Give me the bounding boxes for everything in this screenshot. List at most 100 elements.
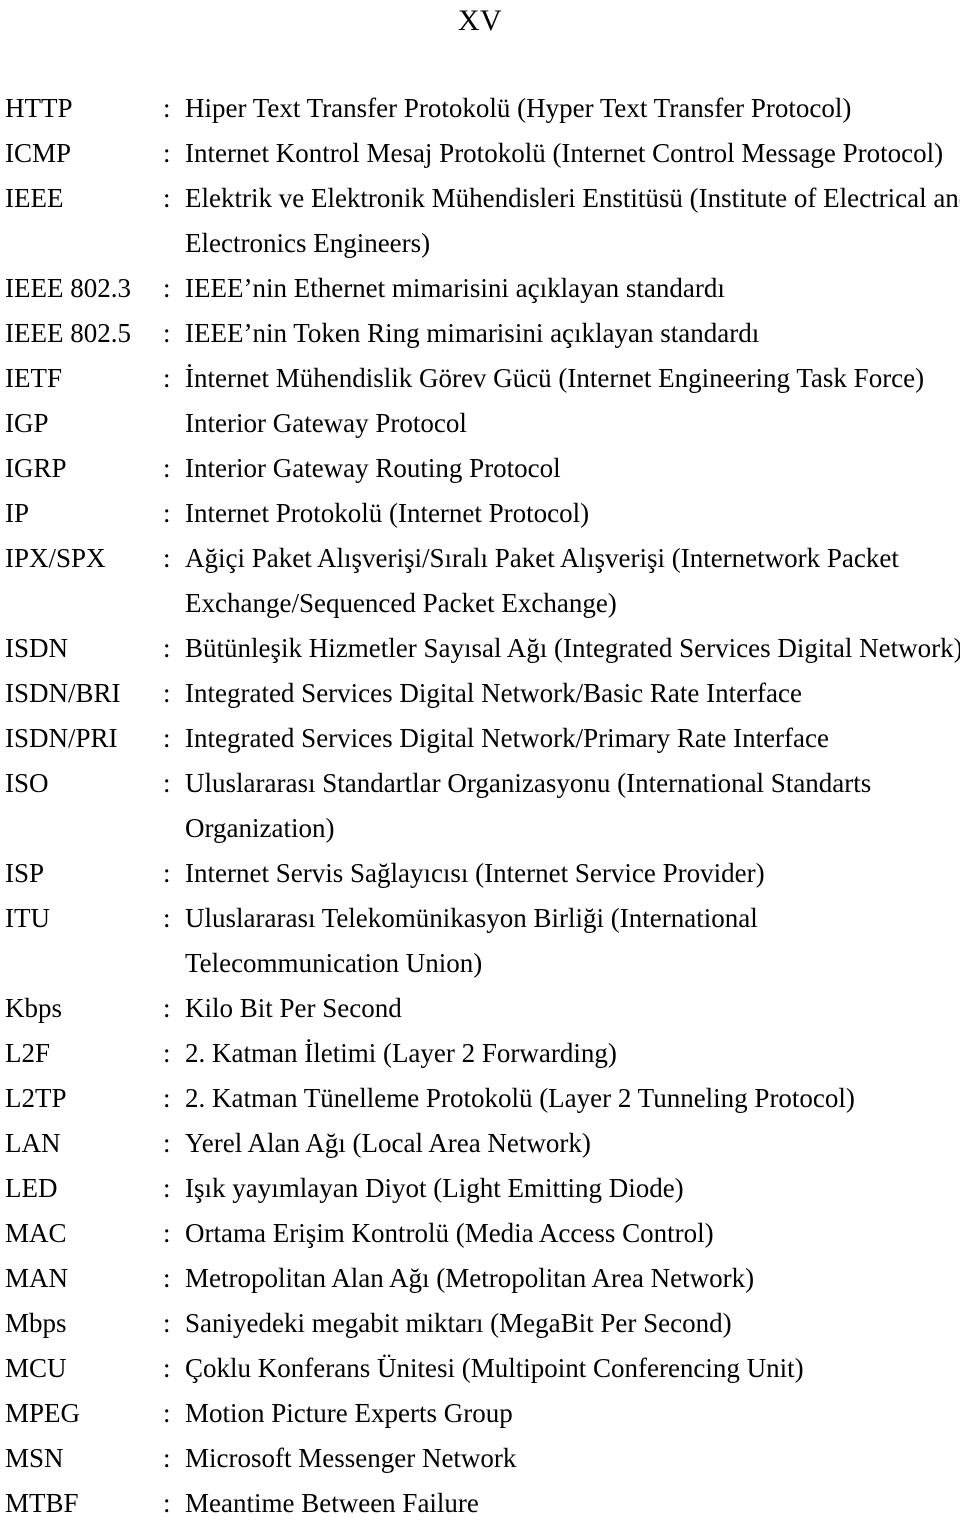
abbreviation-term: ICMP	[5, 138, 72, 168]
abbreviation-definition-line: Microsoft Messenger Network	[185, 1443, 517, 1473]
abbreviation-row: IPX/SPX: Ağiçi Paket Alışverişi/Sıralı Pa…	[0, 536, 960, 626]
abbreviation-row: ISO: Uluslararası Standartlar Organizasyo…	[0, 761, 960, 851]
abbreviation-row: MCU: Çoklu Konferans Ünitesi (Multipoint …	[0, 1346, 960, 1391]
abbreviation-separator: :	[163, 1128, 171, 1158]
abbreviation-row: Mbps: Saniyedeki megabit miktarı (MegaBit…	[0, 1301, 960, 1346]
abbreviation-definition-line: Ağiçi Paket Alışverişi/Sıralı Paket Alış…	[185, 543, 899, 573]
page-number-header: XV	[457, 4, 503, 37]
abbreviation-term: ITU	[5, 903, 50, 933]
abbreviation-definition: Meantime Between Failure	[185, 1481, 960, 1526]
abbreviation-term: ISDN/PRI	[5, 723, 118, 753]
abbreviation-term: ISDN	[5, 633, 69, 663]
abbreviation-definition-line: Telecommunication Union)	[185, 948, 483, 978]
abbreviation-definition: Ağiçi Paket Alışverişi/Sıralı Paket Alış…	[185, 536, 960, 626]
abbreviation-term: ISO	[5, 768, 49, 798]
abbreviation-row: IEEE 802.3: IEEE’nin Ethernet mimarisini …	[0, 266, 960, 311]
abbreviation-row: MTBF: Meantime Between Failure	[0, 1481, 960, 1526]
abbreviation-definition-line: 2. Katman İletimi (Layer 2 Forwarding)	[185, 1038, 617, 1068]
abbreviation-definition: İnternet Mühendislik Görev Gücü (Interne…	[185, 356, 960, 401]
abbreviation-separator: :	[163, 993, 171, 1023]
abbreviation-definition-line: Metropolitan Alan Ağı (Metropolitan Area…	[185, 1263, 755, 1293]
abbreviation-separator: :	[163, 93, 171, 123]
abbreviation-definition-line: Hiper Text Transfer Protokolü (Hyper Tex…	[185, 93, 852, 123]
abbreviation-separator: :	[163, 543, 171, 573]
abbreviation-definition-line: Saniyedeki megabit miktarı (MegaBit Per …	[185, 1308, 732, 1338]
abbreviation-definition: Bütünleşik Hizmetler Sayısal Ağı (Integr…	[185, 626, 960, 671]
abbreviation-definition-line: Interior Gateway Protocol	[185, 408, 467, 438]
abbreviation-definition-line: Internet Servis Sağlayıcısı (Internet Se…	[185, 858, 765, 888]
abbreviation-term: IEEE 802.5	[5, 318, 131, 348]
abbreviation-separator: :	[163, 723, 171, 753]
abbreviation-row: MSN: Microsoft Messenger Network	[0, 1436, 960, 1481]
abbreviation-separator: :	[163, 273, 171, 303]
abbreviation-term: LED	[5, 1173, 58, 1203]
abbreviation-definition: Uluslararası Standartlar Organizasyonu (…	[185, 761, 960, 851]
abbreviation-row: ICMP: Internet Kontrol Mesaj Protokolü (I…	[0, 131, 960, 176]
abbreviation-definition: Internet Servis Sağlayıcısı (Internet Se…	[185, 851, 960, 896]
abbreviation-definition-line: Internet Kontrol Mesaj Protokolü (Intern…	[185, 138, 944, 168]
abbreviation-separator: :	[163, 1488, 171, 1518]
abbreviation-separator: :	[163, 858, 171, 888]
abbreviation-definition-line: Çoklu Konferans Ünitesi (Multipoint Conf…	[185, 1353, 804, 1383]
abbreviation-definition: Elektrik ve Elektronik Mühendisleri Enst…	[185, 176, 960, 266]
abbreviation-definition: Kilo Bit Per Second	[185, 986, 960, 1031]
abbreviation-row: IETF: İnternet Mühendislik Görev Gücü (In…	[0, 356, 960, 401]
abbreviation-term: IPX/SPX	[5, 543, 106, 573]
abbreviation-definition-line: 2. Katman Tünelleme Protokolü (Layer 2 T…	[185, 1083, 855, 1113]
abbreviation-definition-line: Işık yayımlayan Diyot (Light Emitting Di…	[185, 1173, 684, 1203]
abbreviation-definition: Uluslararası Telekomünikasyon Birliği (I…	[185, 896, 960, 986]
abbreviation-definition-line: Electronics Engineers)	[185, 228, 431, 258]
abbreviation-row: LED: Işık yayımlayan Diyot (Light Emittin…	[0, 1166, 960, 1211]
abbreviation-row: Kbps: Kilo Bit Per Second	[0, 986, 960, 1031]
abbreviation-term: ISP	[5, 858, 45, 888]
abbreviation-separator: :	[163, 498, 171, 528]
abbreviation-separator: :	[163, 1398, 171, 1428]
abbreviation-separator: :	[163, 318, 171, 348]
abbreviation-definition: Çoklu Konferans Ünitesi (Multipoint Conf…	[185, 1346, 960, 1391]
abbreviation-definition: 2. Katman İletimi (Layer 2 Forwarding)	[185, 1031, 960, 1076]
abbreviation-term: MCU	[5, 1353, 67, 1383]
abbreviation-term: IGRP	[5, 453, 67, 483]
abbreviation-definition: Internet Kontrol Mesaj Protokolü (Intern…	[185, 131, 960, 176]
abbreviation-definition: Motion Picture Experts Group	[185, 1391, 960, 1436]
abbreviation-definition-line: Organization)	[185, 813, 335, 843]
abbreviation-term: IETF	[5, 363, 62, 393]
abbreviation-term: Mbps	[5, 1308, 67, 1338]
abbreviation-definition: Internet Protokolü (Internet Protocol)	[185, 491, 960, 536]
abbreviation-term: MTBF	[5, 1488, 79, 1518]
abbreviation-definition: Işık yayımlayan Diyot (Light Emitting Di…	[185, 1166, 960, 1211]
abbreviation-definition-line: IEEE’nin Token Ring mimarisini açıklayan…	[185, 318, 760, 348]
abbreviation-definition: Interior Gateway Protocol	[185, 401, 960, 446]
abbreviation-definition-line: Integrated Services Digital Network/Prim…	[185, 723, 829, 753]
abbreviation-row: L2F:2. Katman İletimi (Layer 2 Forwardin…	[0, 1031, 960, 1076]
abbreviation-definition-line: Exchange/Sequenced Packet Exchange)	[185, 588, 617, 618]
abbreviation-row: ISDN/PRI: Integrated Services Digital Net…	[0, 716, 960, 761]
abbreviation-definition: IEEE’nin Token Ring mimarisini açıklayan…	[185, 311, 960, 356]
abbreviation-row: HTTP: Hiper Text Transfer Protokolü (Hype…	[0, 86, 960, 131]
abbreviation-definition-line: Kilo Bit Per Second	[185, 993, 402, 1023]
abbreviation-definition: IEEE’nin Ethernet mimarisini açıklayan s…	[185, 266, 960, 311]
abbreviation-definition-line: Interior Gateway Routing Protocol	[185, 453, 561, 483]
abbreviation-row: MAN: Metropolitan Alan Ağı (Metropolitan …	[0, 1256, 960, 1301]
abbreviation-separator: :	[163, 768, 171, 798]
abbreviation-definition-line: Internet Protokolü (Internet Protocol)	[185, 498, 590, 528]
abbreviation-definition-line: Uluslararası Standartlar Organizasyonu (…	[185, 768, 872, 798]
abbreviation-term: MAN	[5, 1263, 69, 1293]
abbreviation-definition: 2. Katman Tünelleme Protokolü (Layer 2 T…	[185, 1076, 960, 1121]
abbreviation-row: ISP: Internet Servis Sağlayıcısı (Interne…	[0, 851, 960, 896]
abbreviation-definition: Ortama Erişim Kontrolü (Media Access Con…	[185, 1211, 960, 1256]
abbreviation-row: IEEE 802.5: IEEE’nin Token Ring mimarisin…	[0, 311, 960, 356]
abbreviation-row: IGRP: Interior Gateway Routing Protocol	[0, 446, 960, 491]
abbreviation-separator: :	[163, 633, 171, 663]
abbreviations-list: HTTP: Hiper Text Transfer Protokolü (Hype…	[0, 86, 960, 1526]
abbreviation-separator: :	[163, 183, 171, 213]
abbreviation-definition: Yerel Alan Ağı (Local Area Network)	[185, 1121, 960, 1166]
abbreviation-term: L2TP	[5, 1083, 67, 1113]
abbreviation-separator: :	[163, 1443, 171, 1473]
abbreviation-definition-line: Meantime Between Failure	[185, 1488, 479, 1518]
abbreviation-term: ISDN/BRI	[5, 678, 121, 708]
abbreviation-row: ISDN/BRI: Integrated Services Digital Net…	[0, 671, 960, 716]
abbreviation-term: IEEE 802.3	[5, 273, 131, 303]
abbreviation-term: LAN	[5, 1128, 61, 1158]
abbreviation-definition: Microsoft Messenger Network	[185, 1436, 960, 1481]
